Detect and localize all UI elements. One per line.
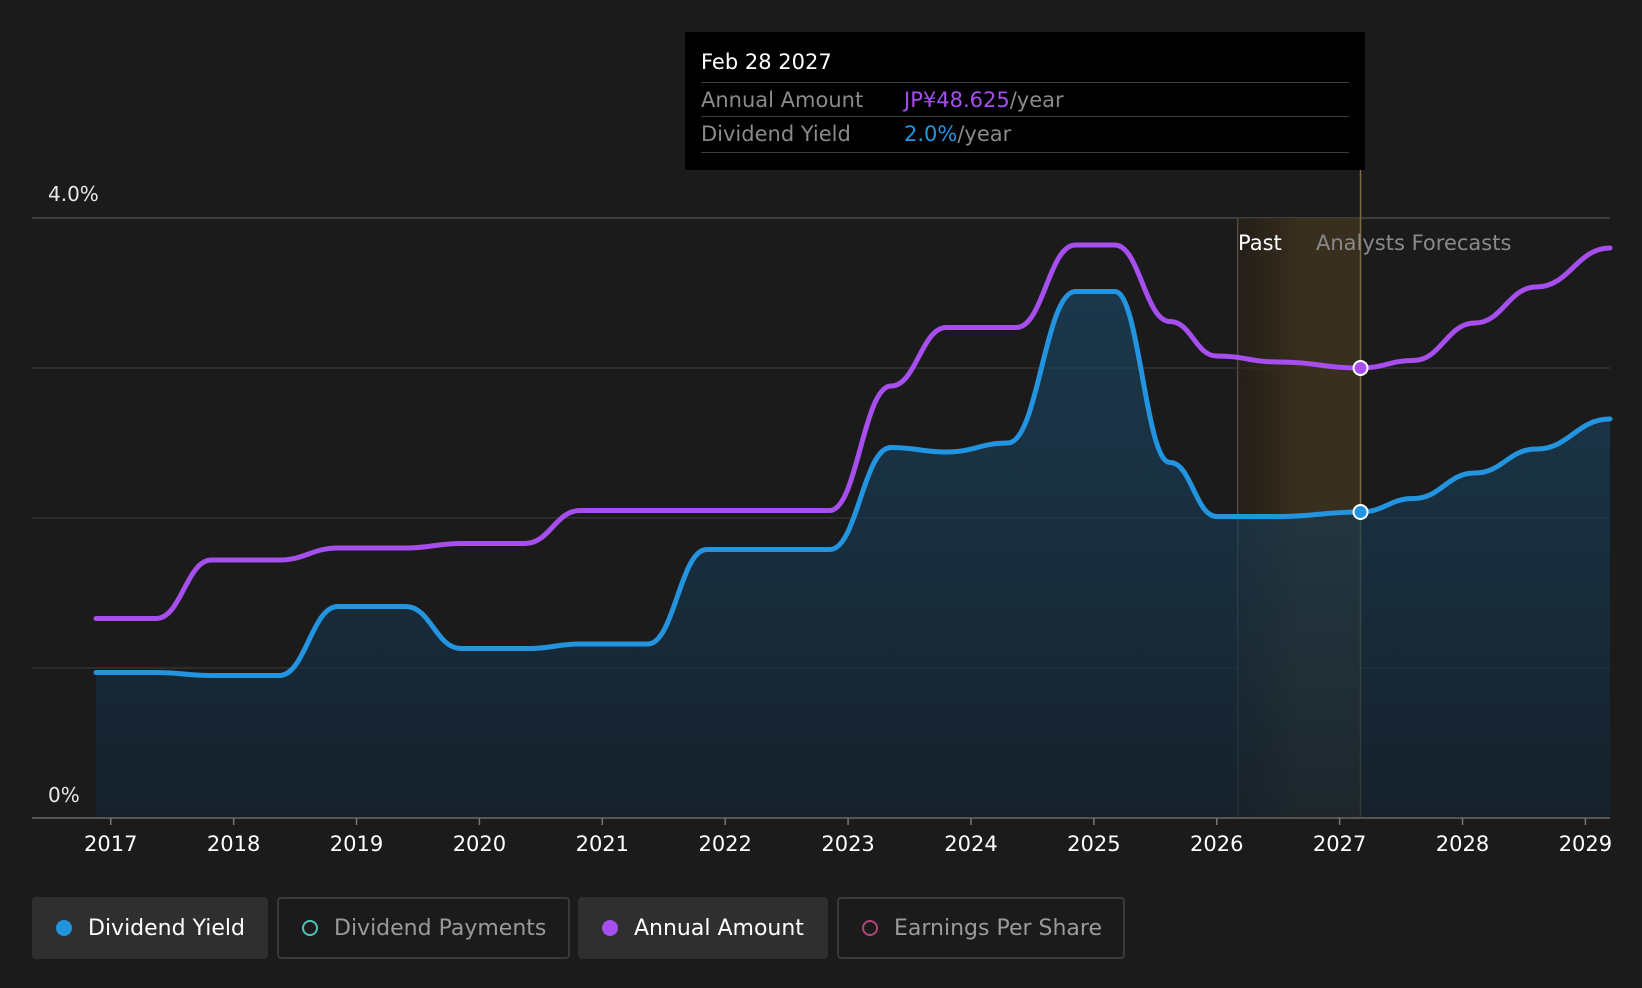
- tooltip-yield-value: 2.0%/year: [904, 122, 1011, 146]
- tooltip-divider: [701, 152, 1349, 153]
- legend-label: Earnings Per Share: [894, 915, 1103, 941]
- x-tick-label: 2017: [84, 832, 137, 856]
- x-tick-label: 2021: [576, 832, 629, 856]
- x-tick-label: 2023: [821, 832, 874, 856]
- x-tick-label: 2027: [1313, 832, 1366, 856]
- tooltip-yield-label: Dividend Yield: [701, 122, 851, 146]
- y-label-top: 4.0%: [48, 182, 99, 206]
- x-tick-label: 2026: [1190, 832, 1243, 856]
- yield-area-fill: [96, 291, 1610, 818]
- x-tick-label: 2028: [1436, 832, 1489, 856]
- x-tick-label: 2022: [698, 832, 751, 856]
- tooltip-yield-row: Dividend Yield 2.0%/year: [701, 116, 1349, 151]
- forecast-label: Analysts Forecasts: [1316, 231, 1511, 255]
- dividend-payments-circle-icon: [302, 920, 318, 936]
- annual-amount-value: JP¥48.625: [904, 88, 1010, 112]
- legend-label: Annual Amount: [634, 915, 804, 941]
- tooltip-annual-label: Annual Amount: [701, 88, 864, 112]
- earnings-per-share-circle-icon: [862, 920, 878, 936]
- legend-earnings-per-share[interactable]: Earnings Per Share: [837, 897, 1125, 959]
- y-label-bottom: 0%: [48, 783, 80, 807]
- legend-annual-amount[interactable]: Annual Amount: [578, 897, 828, 959]
- legend-dividend-payments[interactable]: Dividend Payments: [277, 897, 570, 959]
- dividend-yield-dot-icon: [56, 920, 72, 936]
- yield-unit: /year: [957, 122, 1012, 146]
- tooltip: Feb 28 2027 Annual Amount JP¥48.625/year…: [685, 32, 1365, 170]
- legend-label: Dividend Yield: [88, 915, 245, 941]
- yield-area: [96, 291, 1610, 818]
- x-tick-label: 2020: [453, 832, 506, 856]
- legend-label: Dividend Payments: [334, 915, 547, 941]
- annual-amount-dot-icon: [602, 920, 618, 936]
- annual-unit: /year: [1009, 88, 1064, 112]
- x-tick-label: 2018: [207, 832, 260, 856]
- tooltip-date: Feb 28 2027: [701, 50, 832, 74]
- x-tick-label: 2019: [330, 832, 383, 856]
- x-axis: 2017 2018 2019 2020 2021 2022 2023 2024 2025 2026…: [32, 817, 1612, 856]
- tooltip-annual-value: JP¥48.625/year: [904, 88, 1064, 112]
- x-tick-label: 2029: [1559, 832, 1612, 856]
- annual-amount-marker: [1352, 360, 1369, 376]
- legend-dividend-yield[interactable]: Dividend Yield: [32, 897, 268, 959]
- dividend-yield-value: 2.0%: [904, 122, 958, 146]
- x-tick-label: 2025: [1067, 832, 1120, 856]
- dividend-yield-marker: [1352, 504, 1369, 520]
- tooltip-annual-row: Annual Amount JP¥48.625/year: [701, 82, 1349, 117]
- x-tick-label: 2024: [944, 832, 997, 856]
- past-label: Past: [1238, 231, 1282, 255]
